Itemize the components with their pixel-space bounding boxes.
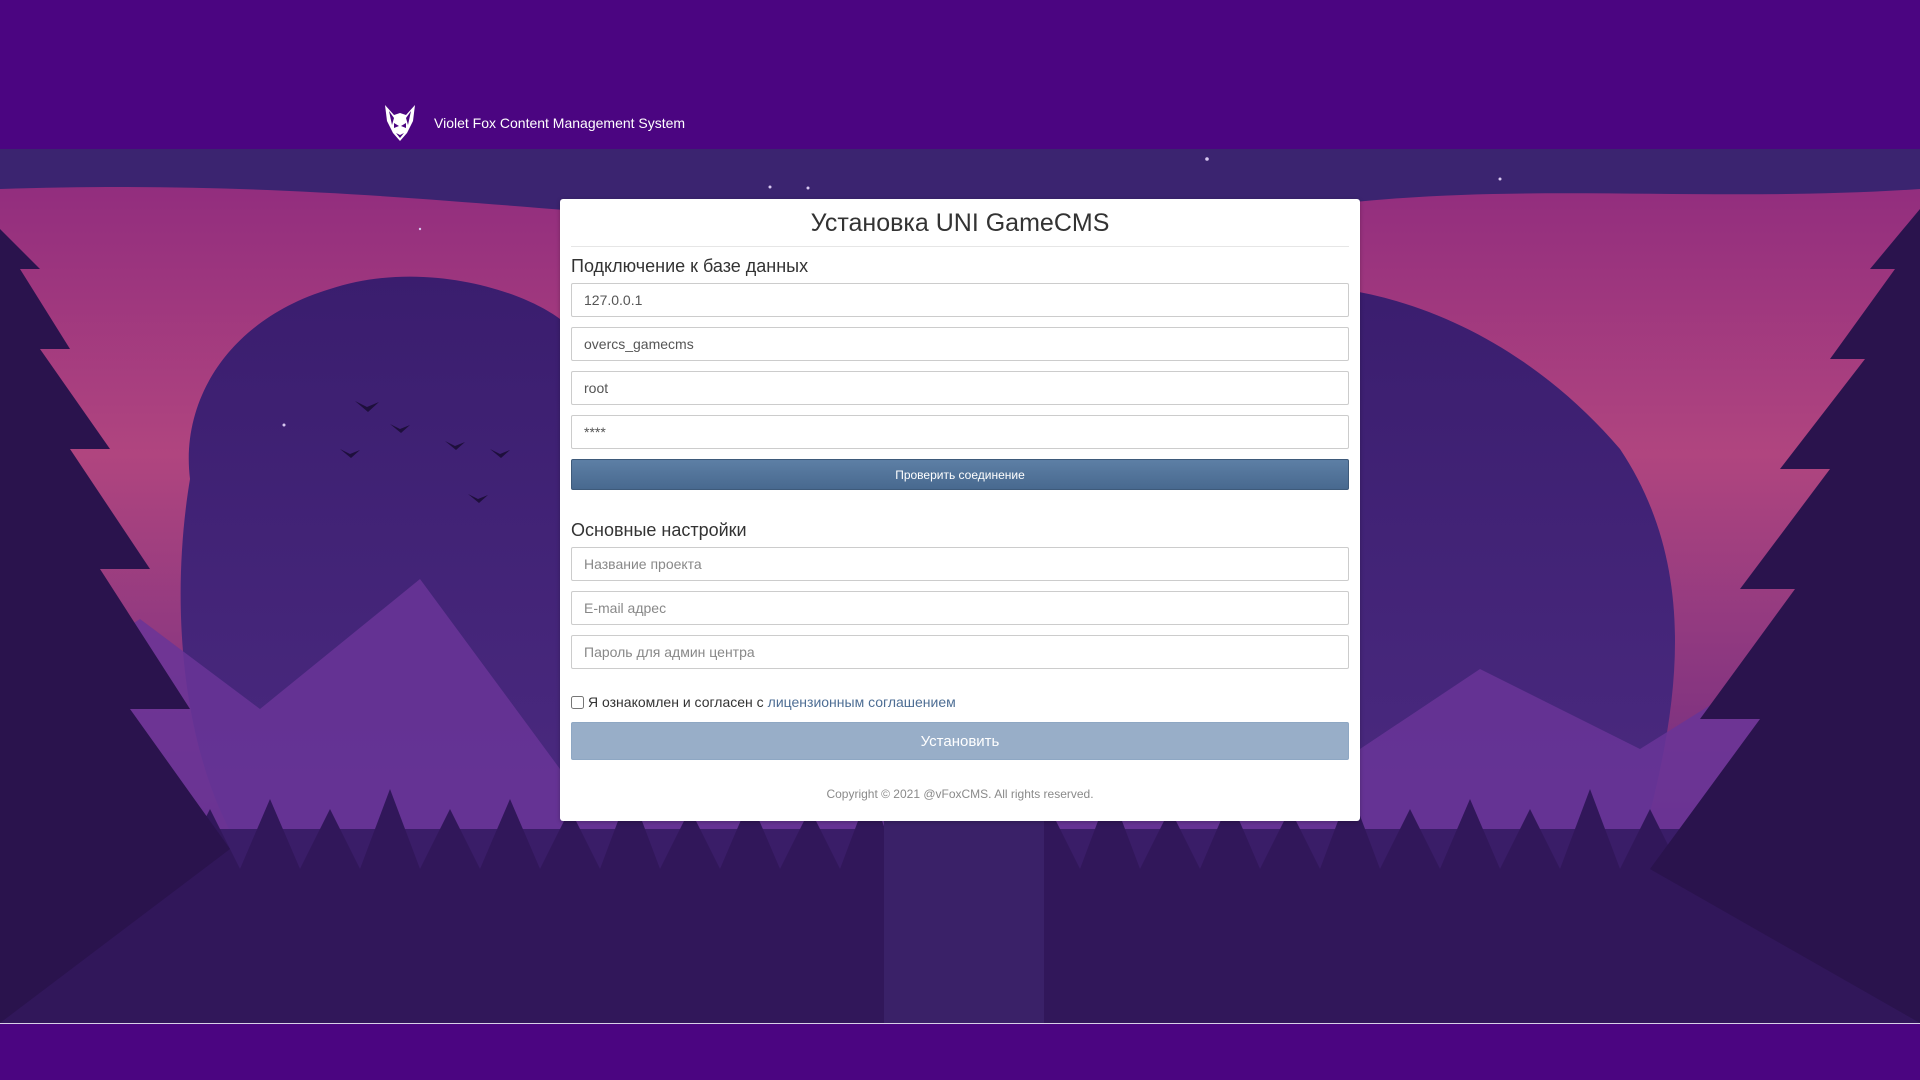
db-password-input[interactable] — [571, 415, 1349, 449]
license-agreement-link[interactable]: лицензионным соглашением — [768, 694, 956, 710]
copyright-text: Copyright © 2021 @vFoxCMS. All rights re… — [826, 787, 1094, 801]
db-name-input[interactable] — [571, 327, 1349, 361]
db-section-title: Подключение к базе данных — [571, 256, 809, 276]
admin-password-input[interactable] — [571, 635, 1349, 669]
email-input[interactable] — [571, 591, 1349, 625]
violet-fox-logo-icon — [385, 105, 415, 141]
installer-title: Установка UNI GameCMS — [571, 199, 1349, 247]
agreement-text: Я ознакомлен и согласен с — [588, 694, 764, 710]
install-button[interactable]: Установить — [571, 722, 1349, 760]
installer-card: Установка UNI GameCMS Подключение к базе… — [560, 199, 1360, 821]
db-host-input[interactable] — [571, 283, 1349, 317]
brand[interactable]: Violet Fox Content Management System — [383, 103, 685, 143]
settings-section-title: Основные настройки — [571, 520, 747, 540]
top-navbar: Violet Fox Content Management System — [0, 0, 1920, 149]
agreement-checkbox[interactable] — [571, 695, 584, 709]
db-user-input[interactable] — [571, 371, 1349, 405]
project-name-input[interactable] — [571, 547, 1349, 581]
agreement-row: Я ознакомлен и согласен с лицензионным с… — [571, 693, 1349, 711]
bottom-bar — [0, 1023, 1920, 1080]
brand-title: Violet Fox Content Management System — [434, 115, 686, 131]
check-connection-button[interactable]: Проверить соединение — [571, 459, 1349, 490]
